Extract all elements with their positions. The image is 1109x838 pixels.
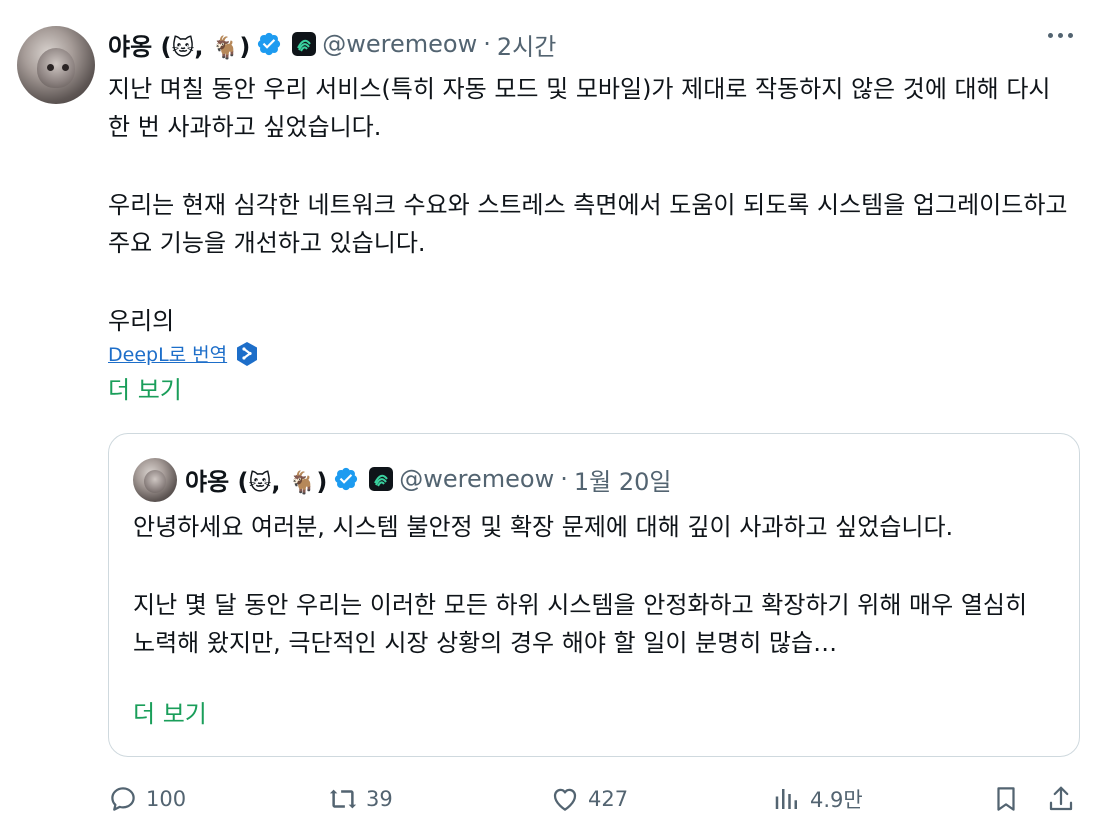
share-icon	[1049, 786, 1073, 811]
author-name[interactable]: 야옹 (🐱, 🐐)	[108, 27, 250, 62]
quoted-date: 1월 20일	[573, 467, 672, 496]
deepl-icon[interactable]	[235, 341, 259, 367]
more-options-icon[interactable]	[1048, 33, 1073, 38]
author-handle[interactable]: @weremeow	[322, 30, 477, 58]
app-logo-icon	[292, 32, 317, 56]
author-avatar[interactable]	[17, 26, 95, 104]
separator-dot: ·	[560, 465, 568, 493]
tweet-time[interactable]: 2시간	[497, 27, 556, 62]
views-count: 4.9만	[810, 788, 863, 812]
retweet-count: 39	[366, 787, 393, 811]
quoted-author-name[interactable]: 야옹 (🐱, 🐐)	[185, 462, 327, 497]
bookmark-icon	[997, 787, 1015, 811]
retweet-icon	[329, 789, 357, 809]
tweet-header: 야옹 (🐱, 🐐) @weremeow · 2시간	[108, 24, 556, 64]
quoted-tweet[interactable]: 야옹 (🐱, 🐐) @weremeow · 1월 20일 안녕하세요 여러분, …	[108, 433, 1080, 757]
cat-emoji: 🐱	[171, 35, 195, 61]
views-chart-icon	[775, 789, 797, 809]
like-count: 427	[588, 787, 629, 811]
translate-link[interactable]: DeepL로 번역	[108, 340, 227, 367]
quoted-handle: @weremeow	[399, 465, 555, 493]
quoted-header: 야옹 (🐱, 🐐) @weremeow · 1월 20일	[185, 460, 672, 498]
action-bar: 100 39 427 4.9만	[108, 780, 1080, 818]
separator-dot: ·	[483, 30, 491, 58]
like-button[interactable]: 427	[550, 780, 628, 818]
bookmark-button[interactable]	[991, 780, 1021, 818]
views-button[interactable]: 4.9만	[772, 780, 863, 818]
tweet-paragraph: 우리는 현재 심각한 네트워크 수요와 스트레스 측면에서 도움이 되도록 시스…	[108, 191, 1068, 257]
verified-badge-icon[interactable]	[256, 31, 282, 57]
app-logo-icon	[369, 467, 394, 491]
translate-row: DeepL로 번역	[108, 340, 259, 367]
tweet-text: 지난 며칠 동안 우리 서비스(특히 자동 모드 및 모바일)가 제대로 작동하…	[108, 70, 1068, 340]
goat-emoji: 🐐	[211, 35, 240, 61]
quoted-paragraph: 지난 몇 달 동안 우리는 이러한 모든 하위 시스템을 안정화하고 확장하기 …	[133, 591, 1028, 657]
reply-button[interactable]: 100	[108, 780, 186, 818]
cat-eye-right	[62, 64, 69, 71]
tweet-paragraph: 지난 며칠 동안 우리 서비스(특히 자동 모드 및 모바일)가 제대로 작동하…	[108, 75, 1051, 141]
quoted-author-avatar[interactable]	[133, 458, 177, 502]
quoted-paragraph: 안녕하세요 여러분, 시스템 불안정 및 확장 문제에 대해 깊이 사과하고 싶…	[133, 513, 954, 541]
reply-icon	[111, 787, 135, 811]
heart-icon	[553, 788, 577, 811]
tweet-paragraph: 우리의	[108, 307, 175, 335]
cat-face	[37, 48, 75, 88]
verified-badge-icon	[335, 467, 358, 491]
reply-count: 100	[146, 787, 187, 811]
quoted-text: 안녕하세요 여러분, 시스템 불안정 및 확장 문제에 대해 깊이 사과하고 싶…	[133, 508, 1053, 662]
cat-emoji: 🐱	[248, 470, 272, 496]
share-button[interactable]	[1046, 780, 1076, 818]
show-more-link[interactable]: 더 보기	[108, 372, 182, 408]
retweet-button[interactable]: 39	[328, 780, 393, 818]
cat-eye-left	[47, 64, 54, 71]
goat-emoji: 🐐	[288, 470, 317, 496]
quoted-show-more-link[interactable]: 더 보기	[133, 696, 207, 732]
